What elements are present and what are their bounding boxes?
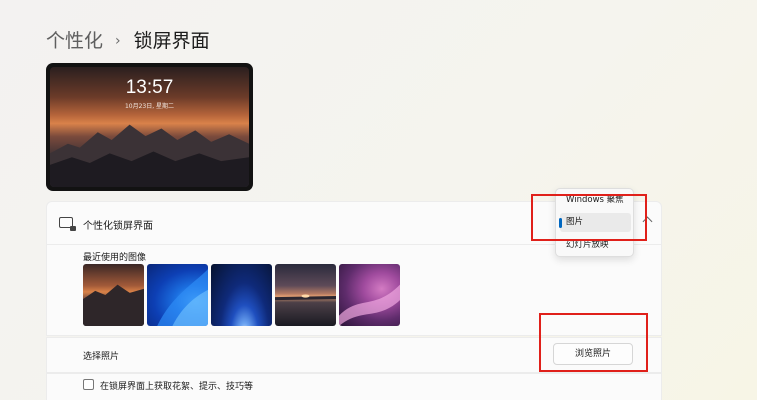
recent-image-mountain-sunset[interactable] (83, 264, 144, 326)
dropdown-option-picture-label: 图片 (566, 217, 584, 227)
recent-images-label: 最近使用的图像 (83, 253, 147, 263)
tips-row: 在锁屏界面上获取花絮、提示、技巧等 (46, 373, 662, 400)
breadcrumb-separator-icon: › (115, 33, 121, 49)
recent-images-section: 最近使用的图像 (46, 245, 662, 336)
bloom-shape (157, 269, 208, 326)
page-title: 锁屏界面 (133, 30, 210, 52)
preview-screen: 13:57 10月23日, 星期二 (50, 67, 249, 187)
ribbon-shape (339, 284, 400, 326)
dropdown-option-spotlight[interactable]: Windows 聚焦 (560, 191, 631, 210)
preview-time: 13:57 (125, 77, 174, 98)
choose-photo-row: 选择照片 浏览照片 (46, 337, 662, 373)
preview-mountains (50, 124, 249, 187)
browse-photos-button[interactable]: 浏览照片 (553, 343, 633, 365)
lockscreen-preview: 13:57 10月23日, 星期二 (46, 63, 253, 191)
dropdown-option-slideshow[interactable]: 幻灯片放映 (560, 236, 631, 255)
preview-date: 10月23日, 星期二 (124, 103, 175, 110)
personalize-dropdown-menu: Windows 聚焦 图片 幻灯片放映 (555, 188, 634, 257)
breadcrumb: 个性化 › 锁屏界面 (46, 28, 210, 54)
recent-images-list (83, 264, 400, 326)
breadcrumb-parent[interactable]: 个性化 (46, 28, 103, 54)
recent-image-lake-sunset[interactable] (275, 264, 336, 326)
recent-image-blue-glow[interactable] (211, 264, 272, 326)
mountain-silhouette (83, 284, 144, 326)
lockscreen-icon (59, 217, 76, 231)
choose-photo-label: 选择照片 (83, 352, 120, 362)
horizon-line (275, 294, 336, 301)
tips-checkbox[interactable] (83, 379, 94, 390)
recent-image-purple-ribbon[interactable] (339, 264, 400, 326)
chevron-up-icon[interactable] (642, 216, 653, 227)
selected-indicator (559, 218, 562, 228)
tips-checkbox-label[interactable]: 在锁屏界面上获取花絮、提示、技巧等 (100, 379, 253, 392)
recent-image-blue-bloom[interactable] (147, 264, 208, 326)
personalize-lockscreen-label: 个性化锁屏界面 (83, 221, 153, 232)
dropdown-option-picture[interactable]: 图片 (559, 213, 631, 232)
